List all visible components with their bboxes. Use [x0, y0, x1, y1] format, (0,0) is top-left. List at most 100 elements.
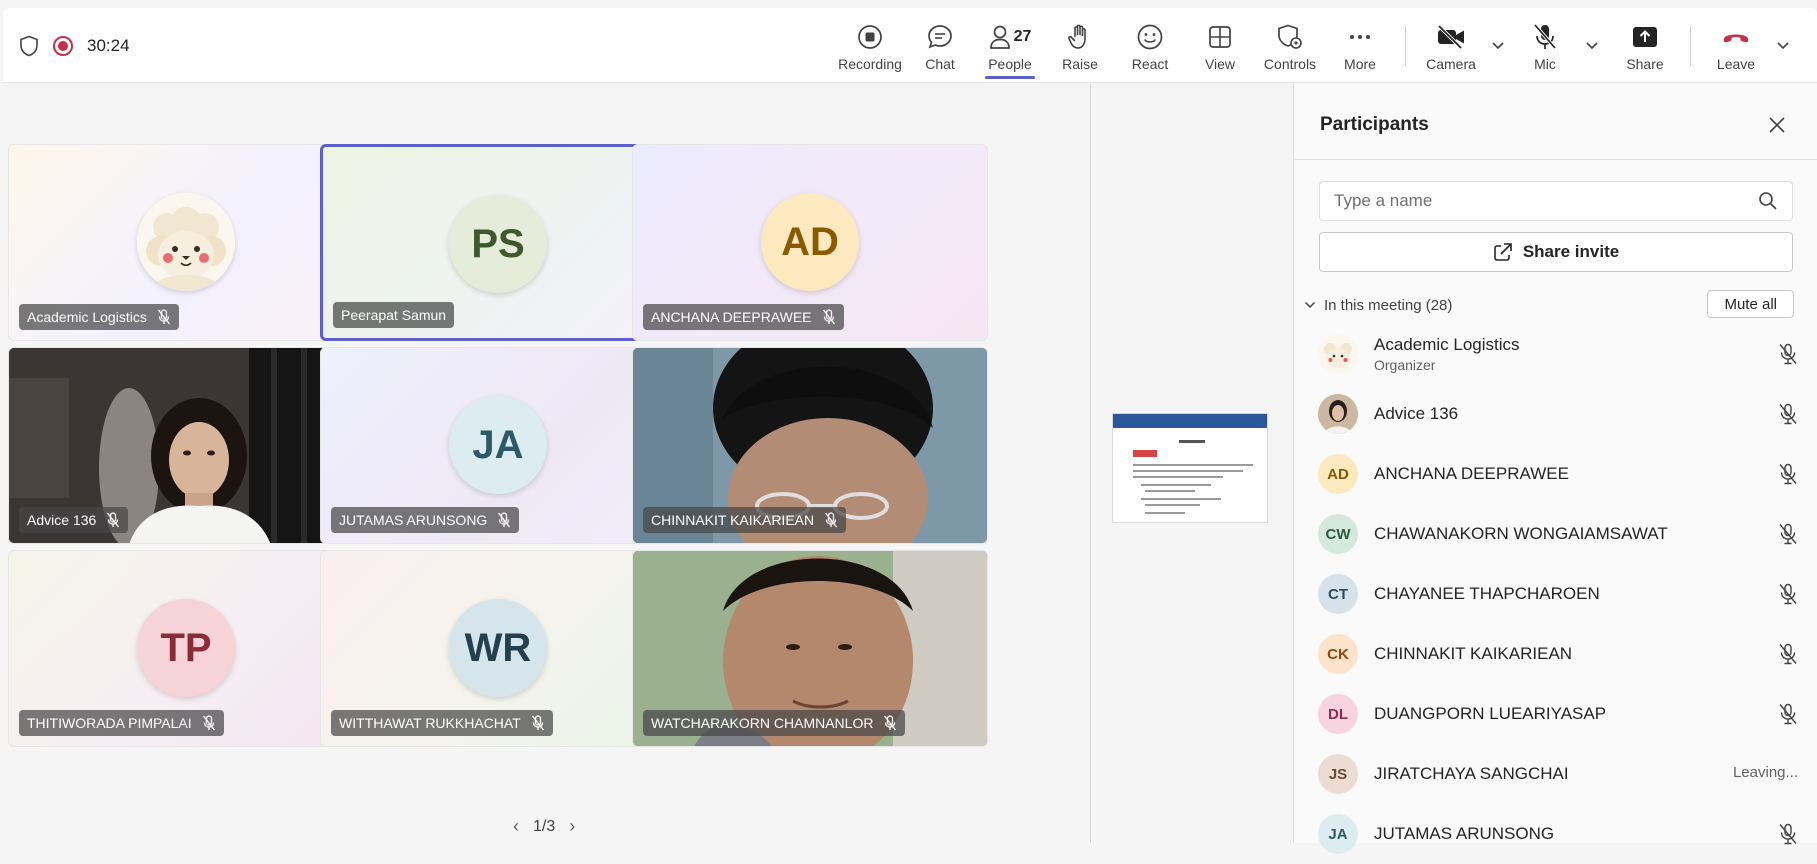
- participant-row[interactable]: JA JUTAMAS ARUNSONG: [1318, 804, 1798, 864]
- participant-avatar: WR: [449, 599, 547, 697]
- in-meeting-section-header: In this meeting (28) Mute all: [1304, 290, 1794, 320]
- mic-muted-icon: [107, 512, 120, 528]
- participant-search-box: [1319, 181, 1793, 221]
- chat-label: Chat: [925, 56, 955, 72]
- mic-muted-icon: [1779, 523, 1797, 545]
- share-invite-button[interactable]: Share invite: [1319, 232, 1793, 272]
- record-icon: [857, 22, 883, 52]
- participant-tile-active-speaker[interactable]: PS Peerapat Samun: [320, 144, 676, 341]
- recording-button[interactable]: Recording: [835, 8, 905, 83]
- participant-row-avatar: CW: [1318, 514, 1358, 554]
- share-button[interactable]: Share: [1610, 8, 1680, 83]
- share-invite-label: Share invite: [1522, 242, 1620, 261]
- participant-nametag: JUTAMAS ARUNSONG: [331, 507, 520, 533]
- participant-row[interactable]: DL DUANGPORN LUEARIYASAP: [1318, 684, 1798, 744]
- smiley-icon: [1136, 22, 1164, 52]
- toolbar-divider: [1690, 26, 1691, 66]
- hang-up-icon: [1721, 22, 1751, 52]
- participant-name: WITTHAWAT RUKKHACHAT: [339, 715, 521, 731]
- participant-tile[interactable]: Academic Logistics: [8, 144, 364, 341]
- participant-tile[interactable]: WR WITTHAWAT RUKKHACHAT: [320, 550, 676, 747]
- mic-muted-icon: [884, 715, 897, 731]
- shield-icon[interactable]: [19, 35, 39, 57]
- raise-hand-button[interactable]: Raise: [1045, 8, 1115, 83]
- participant-avatar: PS: [449, 195, 547, 293]
- view-button[interactable]: View: [1185, 8, 1255, 83]
- participant-search-input[interactable]: [1334, 191, 1758, 211]
- participant-list: Academic Logistics Organizer Advice 136 …: [1318, 324, 1798, 864]
- view-label: View: [1204, 56, 1236, 72]
- participant-nametag: Peerapat Samun: [333, 302, 455, 328]
- participant-row[interactable]: Academic Logistics Organizer: [1318, 324, 1798, 384]
- leave-options-chevron-icon[interactable]: [1771, 8, 1795, 83]
- participant-row[interactable]: CT CHAYANEE THAPCHAROEN: [1318, 564, 1798, 624]
- react-label: React: [1131, 56, 1169, 72]
- participant-avatar: AD: [761, 193, 859, 291]
- participant-video-tile[interactable]: CHINNAKIT KAIKARIEAN: [632, 347, 988, 544]
- participant-row-avatar: DL: [1318, 694, 1358, 734]
- gallery-pager: ‹ 1/3 ›: [513, 816, 575, 837]
- camera-button[interactable]: Camera: [1416, 8, 1486, 83]
- participant-avatar: JA: [449, 396, 547, 494]
- participant-video-tile[interactable]: Advice 136: [8, 347, 364, 544]
- more-button[interactable]: More: [1325, 8, 1395, 83]
- video-stage: Academic Logistics PS Peerapat Samun AD …: [3, 84, 1090, 843]
- participant-tile[interactable]: AD ANCHANA DEEPRAWEE: [632, 144, 988, 341]
- participant-name: THITIWORADA PIMPALAI: [27, 715, 192, 731]
- shared-content-thumbnail[interactable]: [1112, 413, 1268, 523]
- participant-row-name: CHAYANEE THAPCHAROEN: [1374, 584, 1600, 603]
- more-label: More: [1344, 56, 1376, 72]
- react-button[interactable]: React: [1115, 8, 1185, 83]
- people-icon-group: 27: [989, 22, 1031, 52]
- participants-panel: Participants Share invite In this meetin…: [1293, 84, 1817, 854]
- mic-muted-icon: [1779, 403, 1797, 425]
- mic-muted-icon: [1779, 703, 1797, 725]
- panel-title: Participants: [1320, 114, 1429, 135]
- chevron-down-icon: [1304, 301, 1316, 309]
- leave-button[interactable]: Leave: [1701, 8, 1771, 83]
- mic-muted-icon: [157, 309, 170, 325]
- participant-tile[interactable]: JA JUTAMAS ARUNSONG: [320, 347, 676, 544]
- raise-label: Raise: [1062, 56, 1098, 72]
- share-screen-icon: [1631, 22, 1659, 52]
- participant-nametag: THITIWORADA PIMPALAI: [19, 710, 224, 736]
- participant-video-tile[interactable]: WATCHARAKORN CHAMNANLOR: [632, 550, 988, 747]
- mic-off-icon: [1532, 22, 1558, 52]
- meeting-toolbar: 30:24 Recording Chat 27 People Raise Rea…: [3, 8, 1817, 83]
- participant-row-name: JUTAMAS ARUNSONG: [1374, 824, 1555, 843]
- raise-hand-icon: [1067, 22, 1093, 52]
- toolbar-actions: Recording Chat 27 People Raise React Vie…: [835, 8, 1795, 83]
- mic-label: Mic: [1534, 56, 1556, 72]
- participant-row-avatar: CT: [1318, 574, 1358, 614]
- controls-button[interactable]: Controls: [1255, 8, 1325, 83]
- meeting-timer: 30:24: [87, 36, 130, 55]
- next-page-chevron-icon[interactable]: ›: [569, 816, 575, 837]
- participant-row[interactable]: CW CHAWANAKORN WONGAIAMSAWAT: [1318, 504, 1798, 564]
- participant-row-name: CHAWANAKORN WONGAIAMSAWAT: [1374, 524, 1668, 543]
- in-meeting-section-toggle[interactable]: In this meeting (28): [1304, 297, 1452, 314]
- mute-all-button[interactable]: Mute all: [1707, 290, 1794, 318]
- participant-tile[interactable]: TP THITIWORADA PIMPALAI: [8, 550, 364, 747]
- mic-muted-icon: [202, 715, 215, 731]
- participant-name: Peerapat Samun: [341, 307, 447, 323]
- participant-name: CHINNAKIT KAIKARIEAN: [651, 512, 815, 528]
- close-icon[interactable]: [1764, 112, 1790, 138]
- document-toolbar-strip: [1113, 414, 1267, 428]
- participant-row[interactable]: CK CHINNAKIT KAIKARIEAN: [1318, 624, 1798, 684]
- controls-label: Controls: [1263, 56, 1317, 72]
- people-button[interactable]: 27 People: [975, 8, 1045, 83]
- participant-name: Academic Logistics: [27, 309, 147, 325]
- participant-row[interactable]: AD ANCHANA DEEPRAWEE: [1318, 444, 1798, 504]
- mic-options-chevron-icon[interactable]: [1580, 8, 1604, 83]
- previous-page-chevron-icon[interactable]: ‹: [513, 816, 519, 837]
- participant-row-name: DUANGPORN LUEARIYASAP: [1374, 704, 1607, 723]
- participant-row[interactable]: Advice 136: [1318, 384, 1798, 444]
- participant-row[interactable]: JS JIRATCHAYA SANGCHAI Leaving...: [1318, 744, 1798, 804]
- mic-button[interactable]: Mic: [1510, 8, 1580, 83]
- camera-options-chevron-icon[interactable]: [1486, 8, 1510, 83]
- more-dots-icon: [1347, 22, 1373, 52]
- in-meeting-section-label: In this meeting (28): [1324, 296, 1453, 314]
- participant-row-name: Academic Logistics: [1374, 335, 1520, 354]
- participant-row-name: Advice 136: [1374, 404, 1459, 423]
- chat-button[interactable]: Chat: [905, 8, 975, 83]
